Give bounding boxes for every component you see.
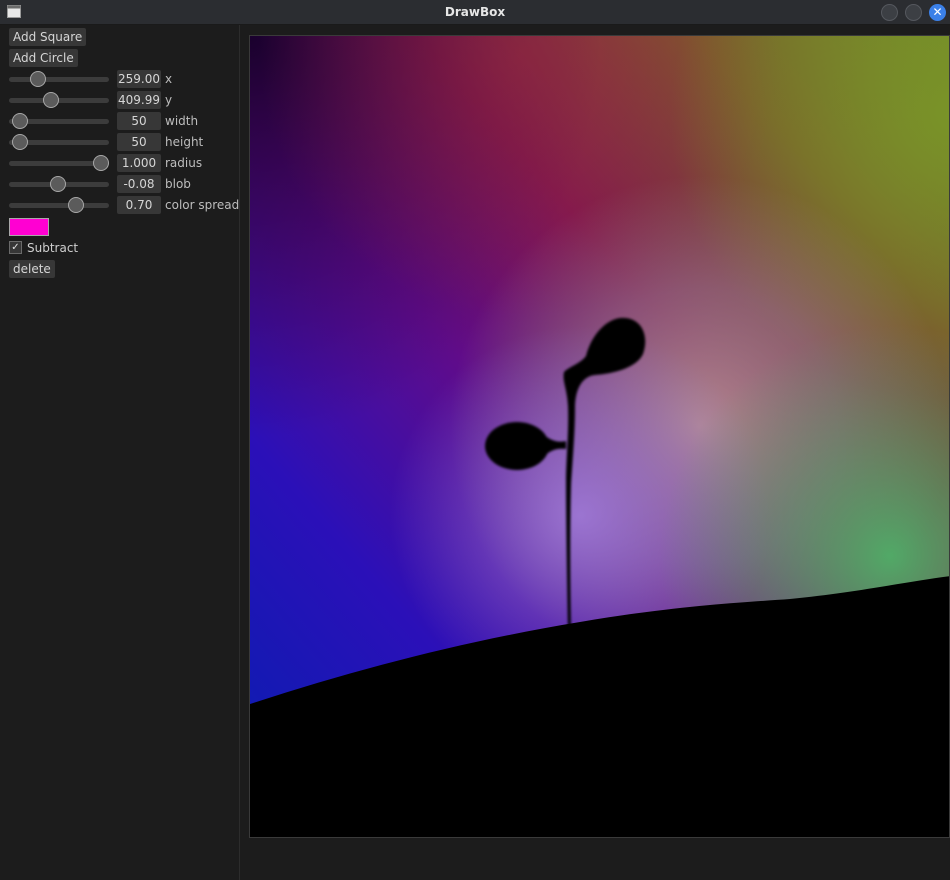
canvas-area [241, 25, 950, 880]
blob-slider-handle[interactable] [50, 176, 66, 192]
y-slider-handle[interactable] [43, 92, 59, 108]
title-bar: DrawBox ✕ [0, 0, 950, 25]
close-icon: ✕ [932, 5, 943, 19]
drawing-canvas[interactable] [249, 35, 950, 838]
slider-row-color-spread: 0.70 color spread [0, 196, 240, 214]
delete-button[interactable]: delete [9, 260, 55, 278]
color-spread-value-field[interactable]: 0.70 [117, 196, 161, 214]
slider-row-y: 409.99 y [0, 91, 240, 109]
color-spread-label: color spread [165, 198, 240, 212]
window-title: DrawBox [444, 5, 506, 19]
blob-value-field[interactable]: -0.08 [117, 175, 161, 193]
subtract-checkbox[interactable]: ✓ [9, 241, 22, 254]
slider-row-height: 50 height [0, 133, 240, 151]
radius-label: radius [165, 156, 203, 170]
width-slider-handle[interactable] [12, 113, 28, 129]
slider-row-width: 50 width [0, 112, 240, 130]
maximize-button[interactable] [905, 4, 922, 21]
minimize-button[interactable] [881, 4, 898, 21]
x-label: x [165, 72, 173, 86]
control-panel: Add Square Add Circle 259.00 x 409.99 y … [0, 25, 240, 880]
close-button[interactable]: ✕ [929, 4, 946, 21]
y-value-field[interactable]: 409.99 [117, 91, 161, 109]
radius-value-field[interactable]: 1.000 [117, 154, 161, 172]
add-circle-button[interactable]: Add Circle [9, 49, 78, 67]
x-slider-handle[interactable] [30, 71, 46, 87]
radius-slider[interactable] [9, 155, 109, 171]
subtract-label: Subtract [27, 241, 79, 255]
y-label: y [165, 93, 173, 107]
width-value-field[interactable]: 50 [117, 112, 161, 130]
width-label: width [165, 114, 199, 128]
canvas-render [250, 36, 949, 837]
y-slider[interactable] [9, 92, 109, 108]
blob-label: blob [165, 177, 191, 191]
blob-slider[interactable] [9, 176, 109, 192]
add-square-button[interactable]: Add Square [9, 28, 87, 46]
height-slider[interactable] [9, 134, 109, 150]
slider-row-blob: -0.08 blob [0, 175, 240, 193]
color-swatch[interactable] [9, 218, 49, 236]
check-icon: ✓ [11, 242, 20, 253]
height-label: height [165, 135, 204, 149]
x-value-field[interactable]: 259.00 [117, 70, 161, 88]
slider-row-radius: 1.000 radius [0, 154, 240, 172]
radius-slider-handle[interactable] [93, 155, 109, 171]
height-value-field[interactable]: 50 [117, 133, 161, 151]
slider-row-x: 259.00 x [0, 70, 240, 88]
color-spread-slider[interactable] [9, 197, 109, 213]
color-spread-slider-handle[interactable] [68, 197, 84, 213]
width-slider[interactable] [9, 113, 109, 129]
height-slider-handle[interactable] [12, 134, 28, 150]
x-slider[interactable] [9, 71, 109, 87]
